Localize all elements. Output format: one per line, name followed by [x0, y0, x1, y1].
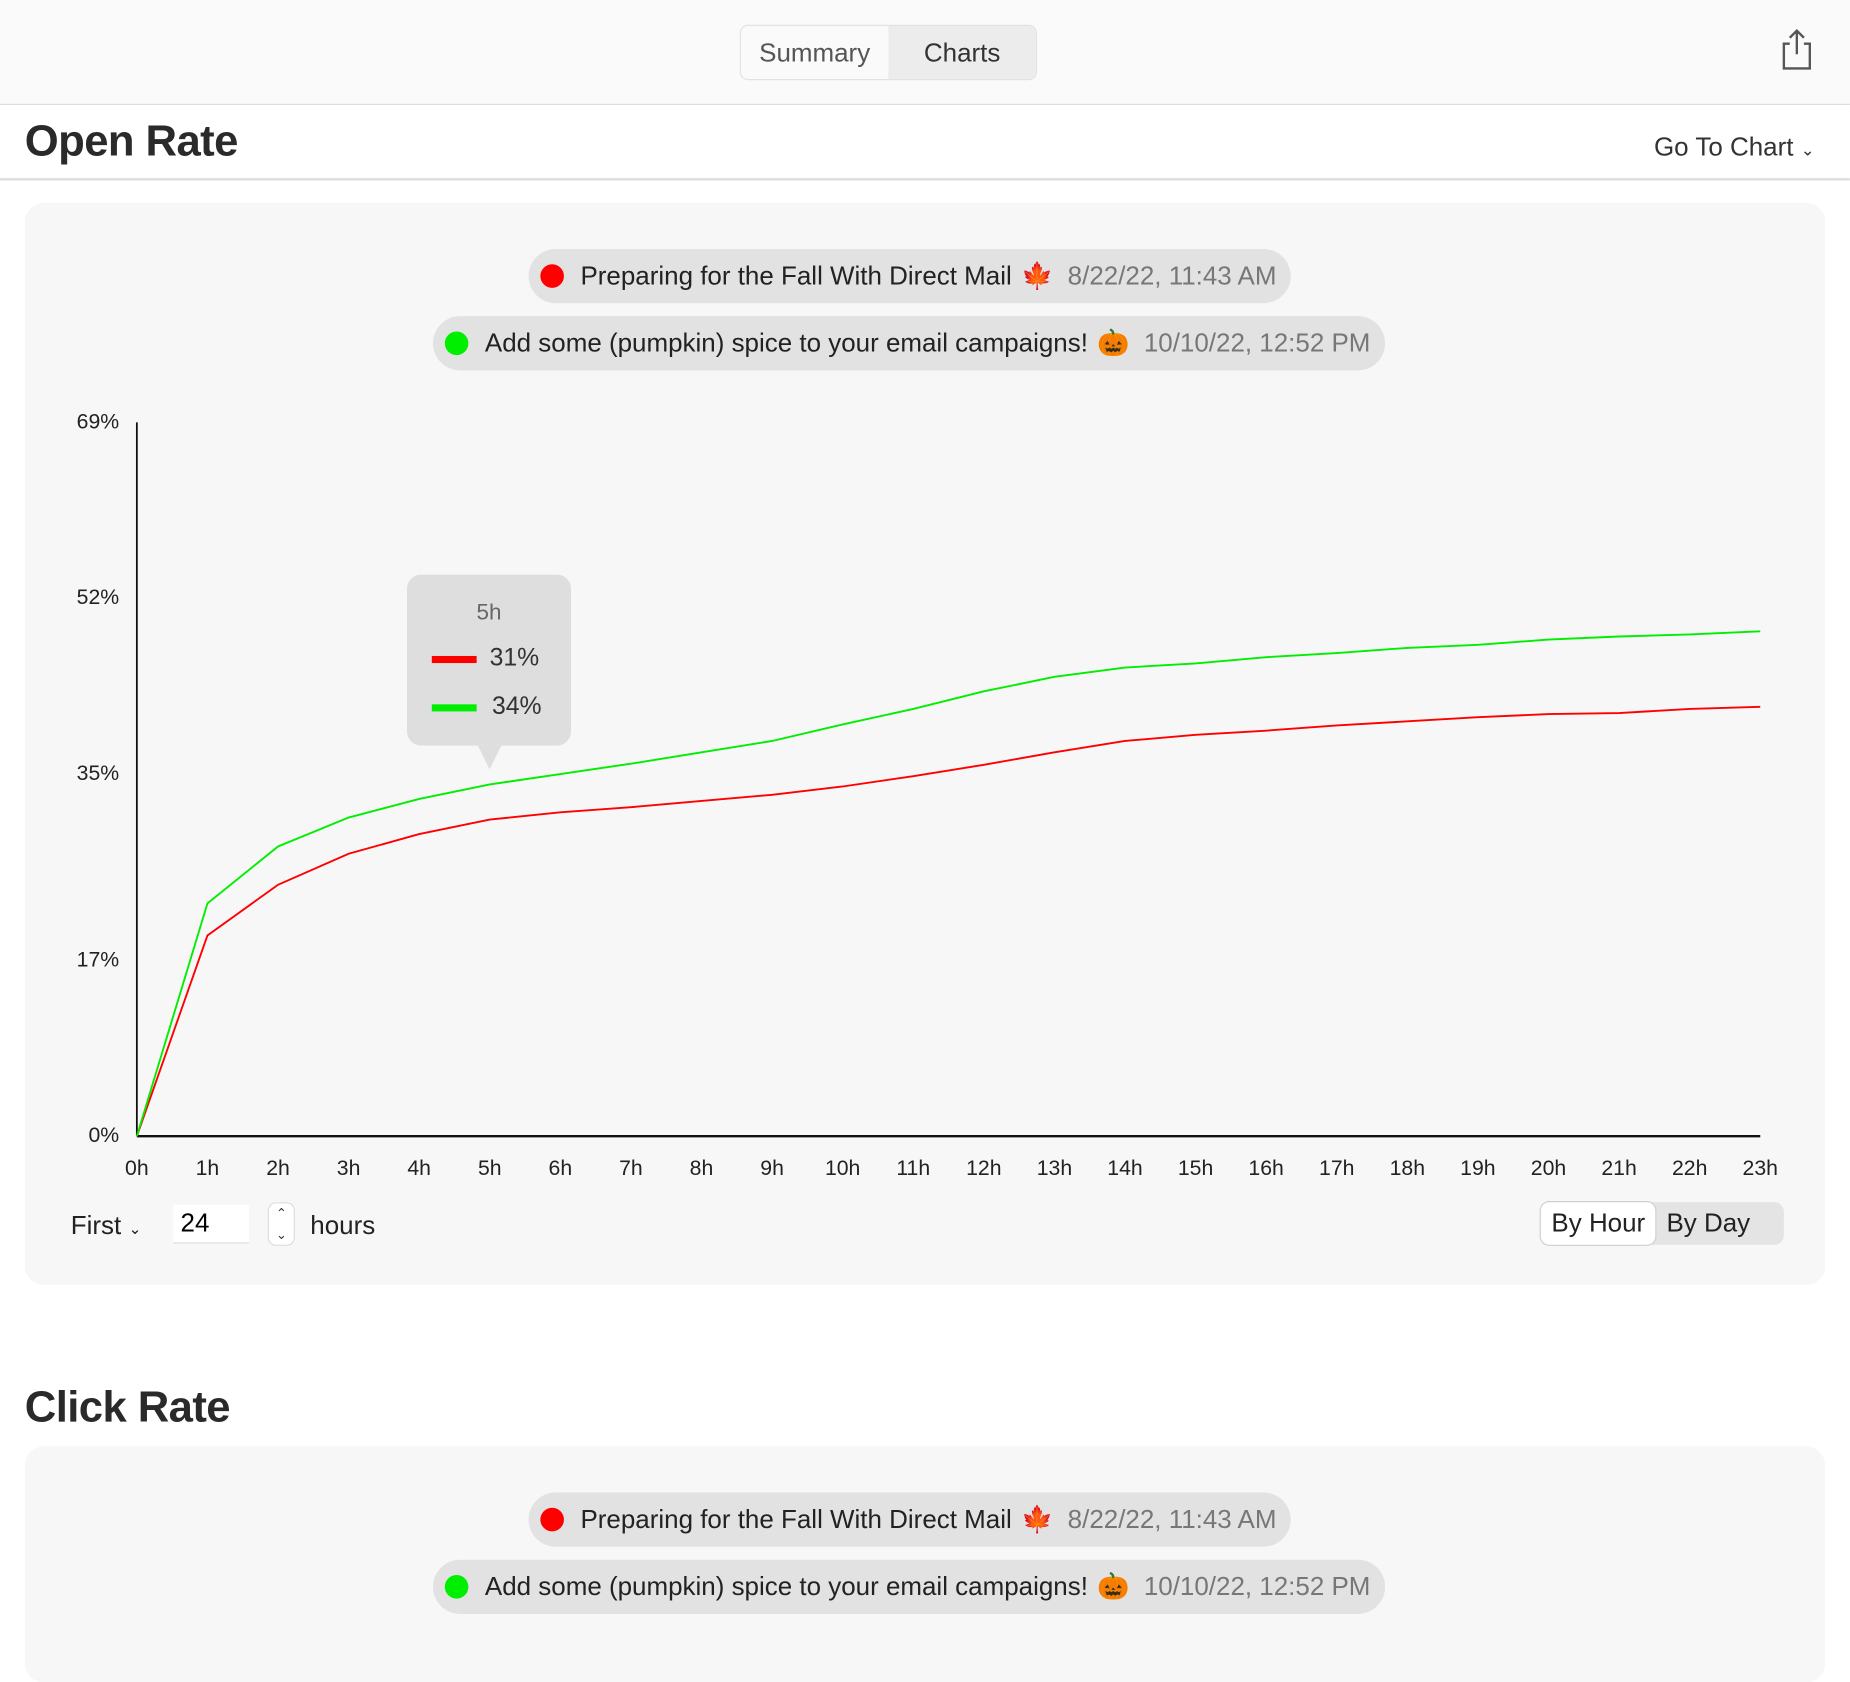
y-tick-label: 0% [88, 1123, 120, 1147]
x-tick-label: 4h [407, 1156, 431, 1180]
x-tick-label: 14h [1107, 1156, 1143, 1180]
x-tick-label: 5h [477, 1156, 502, 1180]
series-line-0 [135, 705, 1761, 1137]
x-tick-label: 12h [966, 1156, 1002, 1180]
x-tick-label: 9h [760, 1156, 784, 1180]
tooltip-value: 31% [489, 644, 540, 672]
pumpkin-icon: 🎃 [1097, 1571, 1130, 1601]
y-tick-label: 17% [76, 947, 120, 971]
y-tick-label: 69% [76, 409, 120, 433]
tooltip-value: 34% [491, 692, 542, 720]
x-tick-label: 17h [1319, 1156, 1355, 1180]
series-line-1 [135, 630, 1761, 1137]
x-tick-label: 11h [896, 1156, 931, 1180]
red-dot-icon [540, 1507, 564, 1532]
red-series-swatch [431, 655, 477, 664]
x-tick-label: 15h [1177, 1156, 1214, 1180]
x-tick-label: 7h [619, 1156, 643, 1180]
open-rate-chart[interactable] [0, 0, 1850, 1298]
chevron-up-icon[interactable]: ⌃ [276, 1206, 287, 1221]
by-hour-button[interactable]: By Hour [1540, 1202, 1656, 1245]
x-tick-label: 18h [1389, 1156, 1426, 1180]
chevron-down-icon: ⌄ [128, 1219, 142, 1238]
x-tick-label: 22h [1671, 1156, 1708, 1180]
y-tick-label: 52% [76, 585, 120, 609]
chevron-down-icon[interactable]: ⌄ [276, 1227, 287, 1242]
x-tick-label: 21h [1601, 1156, 1637, 1180]
range-select-label: First [70, 1210, 122, 1240]
x-tick-label: 8h [689, 1156, 714, 1180]
chart-tooltip: 5h 31% 34% [407, 574, 572, 746]
hours-label: hours [310, 1210, 376, 1240]
x-tick-label: 10h [824, 1156, 861, 1180]
x-tick-label: 2h [266, 1156, 290, 1180]
campaign-name: Preparing for the Fall With Direct Mail [580, 1504, 1012, 1534]
section-title-click-rate: Click Rate [24, 1382, 231, 1432]
x-tick-label: 6h [548, 1156, 573, 1180]
x-tick-label: 0h [125, 1156, 149, 1180]
campaign-legend-item: Preparing for the Fall With Direct Mail … [528, 1492, 1291, 1547]
green-series-swatch [431, 704, 477, 712]
granularity-segmented-control: By Hour By Day [1540, 1202, 1784, 1245]
campaign-date: 10/10/22, 12:52 PM [1143, 1571, 1371, 1601]
campaign-date: 8/22/22, 11:43 AM [1067, 1504, 1277, 1534]
x-tick-label: 20h [1530, 1156, 1567, 1180]
range-select[interactable]: First ⌄ [71, 1210, 142, 1241]
x-tick-label: 16h [1248, 1156, 1284, 1180]
x-tick-label: 13h [1036, 1156, 1073, 1180]
tooltip-arrow [477, 745, 502, 770]
maple-leaf-icon: 🍁 [1021, 1504, 1054, 1534]
x-tick-label: 19h [1460, 1156, 1496, 1180]
x-tick-label: 1h [195, 1156, 220, 1180]
campaign-name: Add some (pumpkin) spice to your email c… [484, 1571, 1088, 1601]
by-day-button[interactable]: By Day [1656, 1202, 1761, 1244]
tooltip-label: 5h [476, 600, 502, 626]
green-dot-icon [444, 1575, 469, 1599]
campaign-legend-item: Add some (pumpkin) spice to your email c… [432, 1559, 1385, 1614]
hours-stepper[interactable]: ⌃ ⌄ [268, 1203, 294, 1245]
x-tick-label: 3h [336, 1156, 361, 1180]
hours-input[interactable] [173, 1204, 249, 1244]
y-tick-label: 35% [76, 761, 120, 785]
x-tick-label: 23h [1742, 1156, 1778, 1180]
